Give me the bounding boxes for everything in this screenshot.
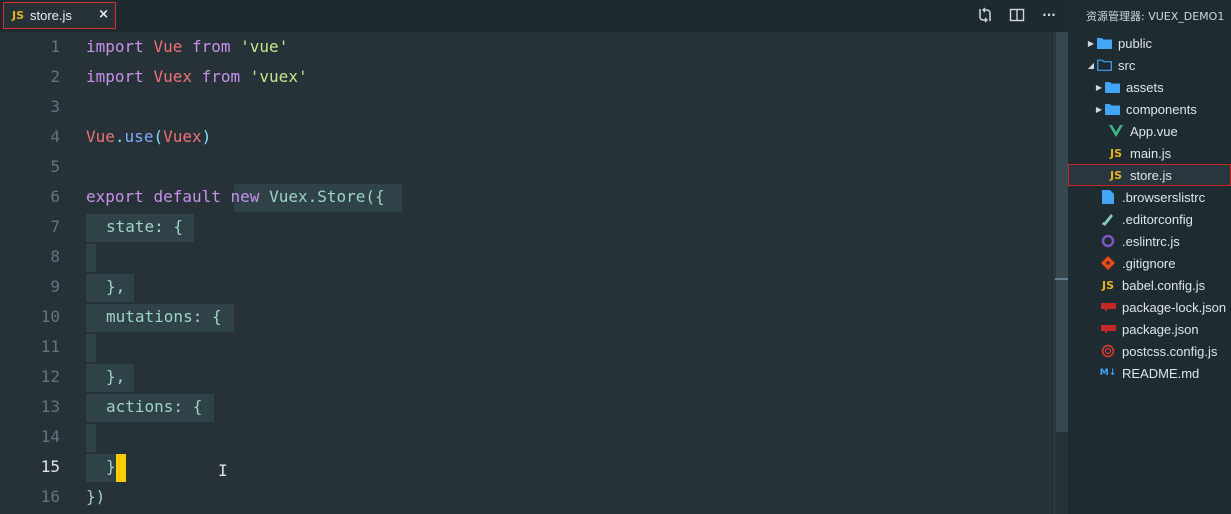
close-icon[interactable]: × — [98, 7, 109, 22]
folder-icon — [1104, 80, 1120, 94]
npm-icon — [1100, 300, 1116, 314]
folder-icon — [1104, 102, 1120, 116]
code-text: state: { — [106, 217, 184, 236]
tree-file-store-js[interactable]: JS store.js — [1068, 164, 1231, 186]
tree-file-browserslistrc[interactable]: .browserslistrc — [1068, 186, 1231, 208]
compare-changes-icon[interactable] — [976, 6, 994, 24]
code-line: 7 state: { — [0, 212, 1054, 242]
js-file-icon: JS — [1109, 168, 1122, 182]
code-line: 2 import Vuex from 'vuex' — [0, 62, 1054, 92]
tree-file-app-vue[interactable]: App.vue — [1068, 120, 1231, 142]
tree-file-gitignore[interactable]: .gitignore — [1068, 252, 1231, 274]
code-line: 15 } — [0, 452, 1054, 482]
tab-label: store.js — [30, 8, 72, 23]
tree-folder-src[interactable]: ◢ src — [1068, 54, 1231, 76]
tree-file-main-js[interactable]: JS main.js — [1068, 142, 1231, 164]
line-number: 3 — [50, 97, 60, 116]
line-number: 13 — [40, 397, 60, 416]
line-number: 14 — [40, 427, 60, 446]
code-line: 11 — [0, 332, 1054, 362]
js-file-icon: JS — [1109, 146, 1122, 160]
editor-panel: JS store.js × ··· 1 import Vue from 'vue… — [0, 0, 1069, 514]
chevron-right-icon: ▶ — [1095, 82, 1103, 92]
tree-folder-public[interactable]: ▶ public — [1068, 32, 1231, 54]
tab-bar: JS store.js × ··· — [0, 0, 1068, 32]
tree-file-editorconfig[interactable]: .editorconfig — [1068, 208, 1231, 230]
code-text: } — [106, 457, 116, 476]
code-text: }, — [106, 367, 126, 386]
tree-folder-assets[interactable]: ▶ assets — [1068, 76, 1231, 98]
line-number: 5 — [50, 157, 60, 176]
line-number-active: 15 — [40, 457, 60, 476]
code-line: 3 — [0, 92, 1054, 122]
folder-open-icon — [1096, 58, 1112, 72]
code-line: 4 Vue.use(Vuex) — [0, 122, 1054, 152]
tree-folder-components[interactable]: ▶ components — [1068, 98, 1231, 120]
code-line: 12 }, — [0, 362, 1054, 392]
explorer-title: 资源管理器: VUEX_DEMO1 — [1086, 10, 1225, 23]
line-number: 2 — [50, 67, 60, 86]
chevron-right-icon: ▶ — [1095, 104, 1103, 114]
tree-file-babel-config[interactable]: JS babel.config.js — [1068, 274, 1231, 296]
ibeam-cursor-icon: I — [218, 461, 228, 480]
code-text: import Vue from 'vue' — [86, 37, 289, 56]
line-number: 16 — [40, 487, 60, 506]
chevron-right-icon: ▶ — [1087, 38, 1095, 48]
file-icon — [1100, 190, 1116, 204]
code-line: 10 mutations: { — [0, 302, 1054, 332]
code-line: 13 actions: { — [0, 392, 1054, 422]
line-number: 9 — [50, 277, 60, 296]
line-number: 10 — [40, 307, 60, 326]
vue-icon — [1108, 124, 1124, 138]
postcss-icon — [1100, 344, 1116, 358]
code-text: actions: { — [106, 397, 203, 416]
editorconfig-icon — [1100, 212, 1116, 226]
scrollbar-marker — [1055, 278, 1069, 280]
tree-file-postcss-config[interactable]: postcss.config.js — [1068, 340, 1231, 362]
code-line: 8 — [0, 242, 1054, 272]
js-file-icon: JS — [1101, 278, 1114, 292]
line-number: 7 — [50, 217, 60, 236]
tree-file-package-lock[interactable]: package-lock.json — [1068, 296, 1231, 318]
editor-scrollbar[interactable] — [1054, 32, 1069, 514]
js-file-icon: JS — [12, 9, 25, 22]
code-line: 9 }, — [0, 272, 1054, 302]
text-cursor — [116, 454, 126, 482]
code-text: mutations: { — [106, 307, 222, 326]
split-editor-icon[interactable] — [1008, 6, 1026, 24]
line-number: 1 — [50, 37, 60, 56]
tree-file-package-json[interactable]: package.json — [1068, 318, 1231, 340]
line-number: 8 — [50, 247, 60, 266]
code-text: }) — [86, 487, 106, 506]
line-number: 6 — [50, 187, 60, 206]
eslint-icon — [1100, 234, 1116, 248]
more-actions-icon[interactable]: ··· — [1040, 6, 1058, 24]
code-line: 6 export default new Vuex.Store({ — [0, 182, 1054, 212]
explorer-panel: 资源管理器: VUEX_DEMO1 ▶ public ◢ src ▶ asset… — [1068, 0, 1231, 514]
tab-store-js[interactable]: JS store.js × — [3, 2, 116, 29]
code-area[interactable]: 1 import Vue from 'vue' 2 import Vuex fr… — [0, 32, 1054, 514]
code-line: 16 }) — [0, 482, 1054, 512]
code-line: 1 import Vue from 'vue' — [0, 32, 1054, 62]
code-text: Vue.use(Vuex) — [86, 127, 212, 146]
scrollbar-thumb[interactable] — [1056, 32, 1068, 432]
code-text: }, — [106, 277, 126, 296]
code-line: 5 — [0, 152, 1054, 182]
line-number: 11 — [40, 337, 60, 356]
chevron-down-icon: ◢ — [1087, 60, 1095, 70]
code-text: import Vuex from 'vuex' — [86, 67, 308, 86]
line-number: 4 — [50, 127, 60, 146]
markdown-icon: M↓ — [1099, 368, 1117, 378]
editor-toolbar: ··· — [976, 6, 1058, 24]
tree-file-eslintrc[interactable]: .eslintrc.js — [1068, 230, 1231, 252]
folder-icon — [1096, 36, 1112, 50]
git-icon — [1100, 256, 1116, 270]
code-text: export default new Vuex.Store({ — [86, 187, 385, 206]
npm-icon — [1100, 322, 1116, 336]
tree-file-readme[interactable]: M↓ README.md — [1068, 362, 1231, 384]
code-line: 14 — [0, 422, 1054, 452]
line-number: 12 — [40, 367, 60, 386]
